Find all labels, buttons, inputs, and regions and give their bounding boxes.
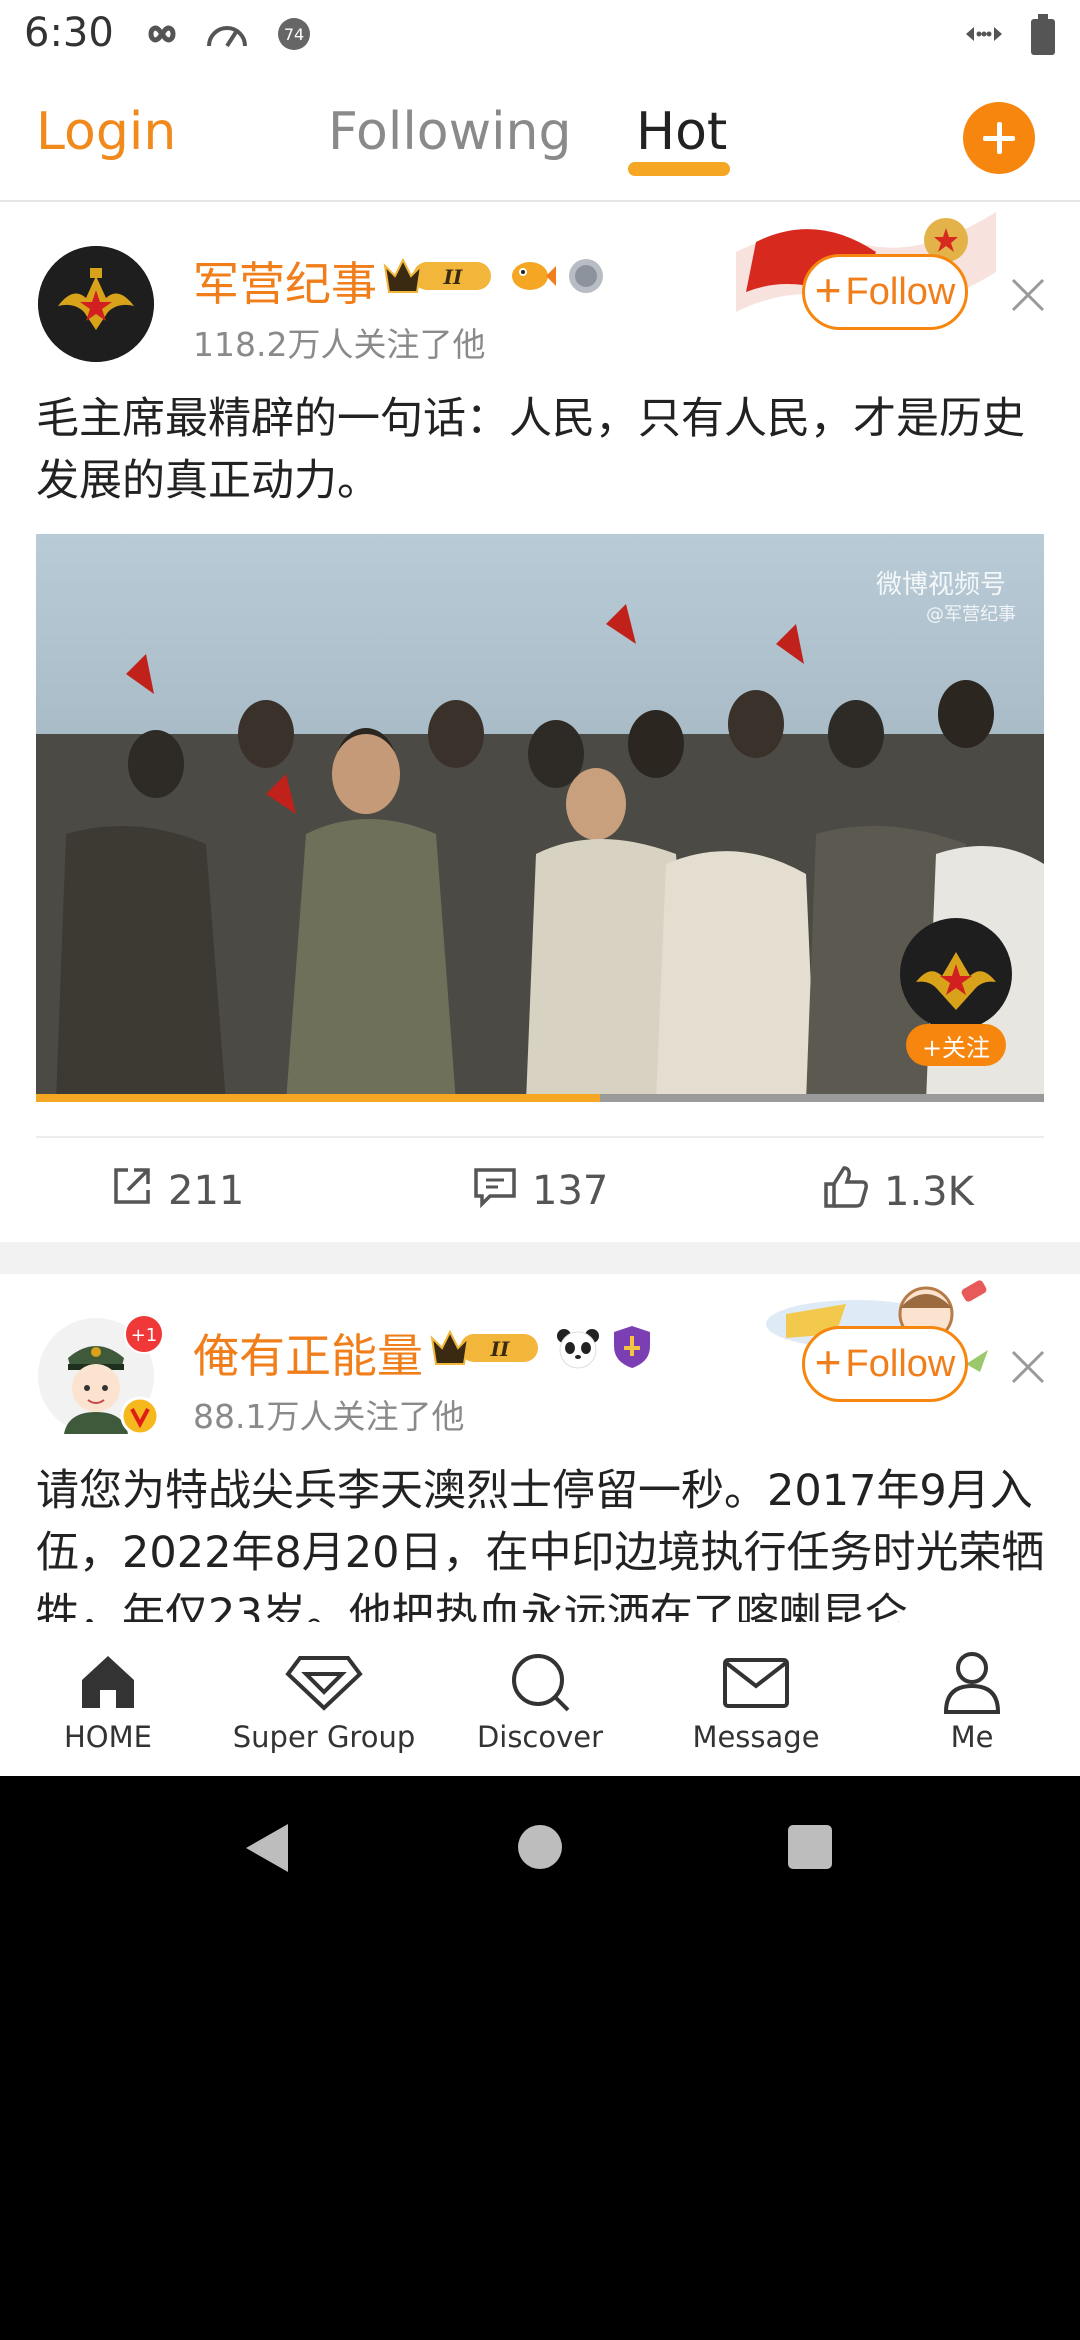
notification-74-icon: 74	[276, 16, 312, 56]
search-icon	[512, 1654, 570, 1712]
plus-icon: +	[814, 1336, 842, 1388]
tab-following[interactable]: Following	[328, 102, 572, 162]
shield-icon	[612, 1324, 652, 1374]
login-link[interactable]: Login	[36, 102, 176, 162]
follow-label: Follow	[845, 270, 956, 313]
infinity-icon	[140, 16, 184, 56]
follow-button[interactable]: + Follow	[802, 254, 968, 330]
nav-super-group[interactable]: Super Group	[224, 1650, 424, 1754]
plus-icon: +	[814, 264, 842, 316]
author-name[interactable]: 军营纪事	[193, 248, 377, 314]
post-card: 军营纪事 II 118.2万人关注了他 + Follow 毛主席最精辟的一句话：…	[0, 202, 1080, 1242]
active-tab-indicator	[628, 162, 730, 176]
status-time: 6:30	[24, 10, 114, 56]
post-separator	[0, 1242, 1080, 1274]
nav-label: Me	[950, 1720, 994, 1754]
post-text[interactable]: 请您为特战尖兵李天澳烈士停留一秒。2017年9月入伍，2022年8月20日，在中…	[36, 1460, 1046, 1622]
share-icon	[110, 1164, 154, 1218]
author-name[interactable]: 俺有正能量	[193, 1320, 423, 1386]
compose-plus-button[interactable]	[963, 102, 1035, 174]
video-watermark: 微博视频号	[876, 570, 1007, 600]
recents-icon[interactable]	[787, 1824, 833, 1870]
feed[interactable]: 军营纪事 II 118.2万人关注了他 + Follow 毛主席最精辟的一句话：…	[0, 202, 1080, 1622]
tab-hot[interactable]: Hot	[636, 102, 727, 162]
diamond-icon	[285, 1656, 363, 1711]
app-screen: 6:30 74 Login Following Hot 军营纪事 II 118.…	[0, 0, 1080, 1776]
nav-discover[interactable]: Discover	[440, 1650, 640, 1754]
video-progress-bar[interactable]	[36, 1094, 601, 1102]
home-circle-icon[interactable]	[517, 1824, 563, 1870]
notification-badge: +1	[124, 1314, 164, 1358]
medal-icon	[566, 252, 606, 302]
member-crown-icon: II	[430, 1324, 546, 1374]
follower-count: 118.2万人关注了他	[193, 325, 486, 364]
follow-button[interactable]: + Follow	[802, 1326, 968, 1402]
nav-home[interactable]: HOME	[8, 1650, 208, 1754]
fish-icon	[508, 252, 556, 302]
nav-label: HOME	[64, 1720, 152, 1754]
post-text[interactable]: 毛主席最精辟的一句话：人民，只有人民，才是历史发展的真正动力。	[36, 388, 1046, 512]
nav-label: Message	[692, 1720, 820, 1754]
follower-count: 88.1万人关注了他	[193, 1397, 465, 1436]
envelope-icon	[723, 1658, 789, 1708]
avatar-badge-count: +1	[131, 1325, 158, 1346]
svg-text:II: II	[490, 1337, 510, 1361]
avatar[interactable]	[38, 246, 154, 362]
comment-icon	[472, 1164, 518, 1218]
nav-message[interactable]: Message	[656, 1650, 856, 1754]
close-icon[interactable]	[1009, 276, 1047, 314]
repost-count: 211	[168, 1168, 245, 1214]
verified-v-icon	[120, 1396, 160, 1440]
status-bar: 6:30 74	[0, 0, 1080, 72]
post-actions: 211 137 1.3K	[36, 1136, 1044, 1244]
comment-button[interactable]: 137	[472, 1164, 608, 1218]
svg-text:II: II	[443, 265, 463, 289]
close-icon[interactable]	[1009, 1348, 1047, 1386]
member-crown-icon: II	[383, 252, 499, 302]
video-player[interactable]: 微博视频号 @军营纪事 +关注	[36, 534, 1044, 1102]
video-watermark-sub: @军营纪事	[926, 604, 1016, 625]
bottom-nav: HOME Super Group Discover Message Me	[0, 1622, 1080, 1776]
nav-me[interactable]: Me	[872, 1650, 1072, 1754]
speedometer-icon	[204, 16, 250, 56]
system-nav-bar	[0, 1776, 1080, 1924]
like-button[interactable]: 1.3K	[822, 1164, 974, 1220]
notification-count: 74	[284, 25, 304, 44]
back-icon[interactable]	[244, 1822, 290, 1874]
panda-icon	[554, 1324, 602, 1374]
battery-icon	[1030, 14, 1056, 60]
nav-label: Super Group	[232, 1720, 416, 1754]
data-transfer-icon	[962, 16, 1006, 56]
video-frame	[36, 534, 1044, 1102]
repost-button[interactable]: 211	[110, 1164, 244, 1218]
thumbs-up-icon	[822, 1164, 870, 1220]
top-nav: Login Following Hot	[0, 72, 1080, 202]
post-card: +1 俺有正能量 II 88.1万人关注了他 + Follow 请您为特战尖兵李…	[0, 1274, 1080, 1622]
comment-count: 137	[532, 1168, 609, 1214]
nav-label: Discover	[476, 1720, 604, 1754]
person-icon	[943, 1652, 1001, 1714]
video-follow-button[interactable]: +关注	[906, 1024, 1006, 1066]
home-icon	[82, 1656, 134, 1708]
like-count: 1.3K	[884, 1169, 974, 1215]
follow-label: Follow	[845, 1342, 956, 1385]
